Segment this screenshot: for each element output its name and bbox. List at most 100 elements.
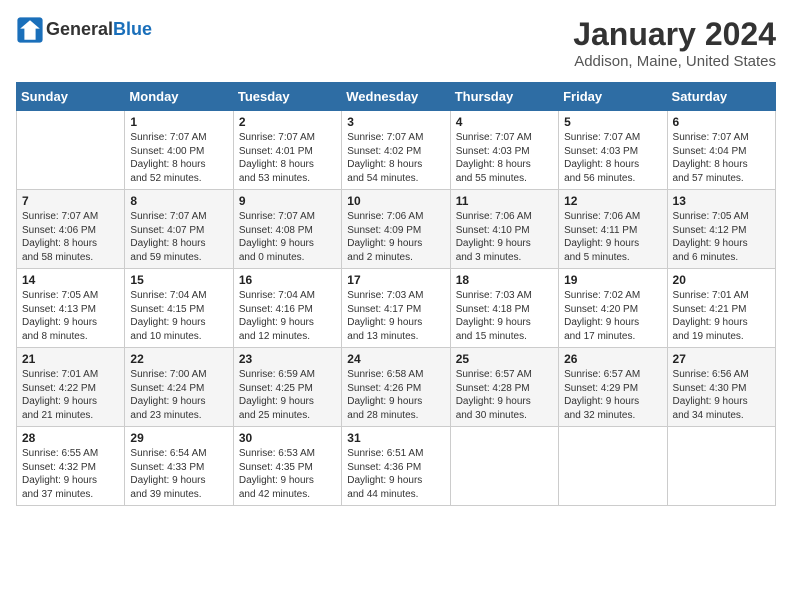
day-info: Sunrise: 7:05 AMSunset: 4:12 PMDaylight:… xyxy=(673,210,770,264)
calendar-cell: 18 Sunrise: 7:03 AMSunset: 4:18 PMDayligh… xyxy=(450,269,558,348)
day-number: 2 xyxy=(239,115,336,129)
day-header-saturday: Saturday xyxy=(667,83,775,111)
calendar-cell: 29 Sunrise: 6:54 AMSunset: 4:33 PMDayligh… xyxy=(125,427,233,506)
day-number: 29 xyxy=(130,431,227,445)
day-info: Sunrise: 6:58 AMSunset: 4:26 PMDaylight:… xyxy=(347,368,444,422)
logo-general-text: GeneralBlue xyxy=(46,20,152,40)
calendar-cell: 25Sunrise: 6:57 AMSunset: 4:28 PMDayligh… xyxy=(450,348,558,427)
calendar-cell xyxy=(450,427,558,506)
day-info: Sunrise: 7:07 AMSunset: 4:07 PMDaylight:… xyxy=(130,210,227,264)
calendar-cell: 10 Sunrise: 7:06 AMSunset: 4:09 PMDayligh… xyxy=(342,190,450,269)
day-number: 31 xyxy=(347,431,444,445)
day-header-friday: Friday xyxy=(559,83,667,111)
day-info: Sunrise: 7:05 AMSunset: 4:13 PMDaylight:… xyxy=(22,289,119,343)
page-title: January 2024 xyxy=(573,16,776,53)
day-info: Sunrise: 7:07 AMSunset: 4:08 PMDaylight:… xyxy=(239,210,336,264)
day-info: Sunrise: 6:57 AMSunset: 4:29 PMDaylight:… xyxy=(564,368,661,422)
calendar-cell: 28Sunrise: 6:55 AMSunset: 4:32 PMDayligh… xyxy=(17,427,125,506)
calendar-week-row: 7 Sunrise: 7:07 AMSunset: 4:06 PMDaylight… xyxy=(17,190,776,269)
calendar-cell: 1 Sunrise: 7:07 AMSunset: 4:00 PMDaylight… xyxy=(125,111,233,190)
day-info: Sunrise: 7:07 AMSunset: 4:00 PMDaylight:… xyxy=(130,131,227,185)
day-number: 30 xyxy=(239,431,336,445)
day-info: Sunrise: 7:02 AMSunset: 4:20 PMDaylight:… xyxy=(564,289,661,343)
calendar-cell: 27Sunrise: 6:56 AMSunset: 4:30 PMDayligh… xyxy=(667,348,775,427)
calendar-week-row: 28Sunrise: 6:55 AMSunset: 4:32 PMDayligh… xyxy=(17,427,776,506)
day-header-sunday: Sunday xyxy=(17,83,125,111)
calendar-cell: 20 Sunrise: 7:01 AMSunset: 4:21 PMDayligh… xyxy=(667,269,775,348)
calendar-cell: 15 Sunrise: 7:04 AMSunset: 4:15 PMDayligh… xyxy=(125,269,233,348)
calendar-cell xyxy=(559,427,667,506)
day-number: 24 xyxy=(347,352,444,366)
calendar-cell: 4 Sunrise: 7:07 AMSunset: 4:03 PMDaylight… xyxy=(450,111,558,190)
calendar-cell: 7 Sunrise: 7:07 AMSunset: 4:06 PMDaylight… xyxy=(17,190,125,269)
day-info: Sunrise: 7:07 AMSunset: 4:03 PMDaylight:… xyxy=(456,131,553,185)
day-info: Sunrise: 6:53 AMSunset: 4:35 PMDaylight:… xyxy=(239,447,336,501)
calendar-cell: 17 Sunrise: 7:03 AMSunset: 4:17 PMDayligh… xyxy=(342,269,450,348)
calendar-week-row: 1 Sunrise: 7:07 AMSunset: 4:00 PMDaylight… xyxy=(17,111,776,190)
day-info: Sunrise: 6:54 AMSunset: 4:33 PMDaylight:… xyxy=(130,447,227,501)
calendar-cell: 23 Sunrise: 6:59 AMSunset: 4:25 PMDayligh… xyxy=(233,348,341,427)
day-number: 18 xyxy=(456,273,553,287)
day-info: Sunrise: 7:07 AMSunset: 4:01 PMDaylight:… xyxy=(239,131,336,185)
calendar-cell: 21Sunrise: 7:01 AMSunset: 4:22 PMDayligh… xyxy=(17,348,125,427)
day-info: Sunrise: 7:06 AMSunset: 4:10 PMDaylight:… xyxy=(456,210,553,264)
day-number: 21 xyxy=(22,352,119,366)
day-number: 27 xyxy=(673,352,770,366)
day-number: 20 xyxy=(673,273,770,287)
calendar-cell: 16Sunrise: 7:04 AMSunset: 4:16 PMDayligh… xyxy=(233,269,341,348)
day-info: Sunrise: 6:59 AMSunset: 4:25 PMDaylight:… xyxy=(239,368,336,422)
calendar-cell: 24 Sunrise: 6:58 AMSunset: 4:26 PMDayligh… xyxy=(342,348,450,427)
day-number: 7 xyxy=(22,194,119,208)
day-header-monday: Monday xyxy=(125,83,233,111)
calendar-cell: 5 Sunrise: 7:07 AMSunset: 4:03 PMDaylight… xyxy=(559,111,667,190)
day-info: Sunrise: 7:04 AMSunset: 4:16 PMDaylight:… xyxy=(239,289,336,343)
day-number: 5 xyxy=(564,115,661,129)
day-info: Sunrise: 7:06 AMSunset: 4:11 PMDaylight:… xyxy=(564,210,661,264)
day-info: Sunrise: 7:07 AMSunset: 4:03 PMDaylight:… xyxy=(564,131,661,185)
day-number: 26 xyxy=(564,352,661,366)
day-number: 12 xyxy=(564,194,661,208)
calendar-cell: 26 Sunrise: 6:57 AMSunset: 4:29 PMDayligh… xyxy=(559,348,667,427)
calendar-cell xyxy=(667,427,775,506)
day-number: 28 xyxy=(22,431,119,445)
day-info: Sunrise: 7:07 AMSunset: 4:06 PMDaylight:… xyxy=(22,210,119,264)
calendar-cell xyxy=(17,111,125,190)
day-number: 4 xyxy=(456,115,553,129)
calendar-cell: 3Sunrise: 7:07 AMSunset: 4:02 PMDaylight… xyxy=(342,111,450,190)
day-info: Sunrise: 7:00 AMSunset: 4:24 PMDaylight:… xyxy=(130,368,227,422)
day-header-wednesday: Wednesday xyxy=(342,83,450,111)
day-number: 8 xyxy=(130,194,227,208)
calendar-cell: 13 Sunrise: 7:05 AMSunset: 4:12 PMDayligh… xyxy=(667,190,775,269)
day-info: Sunrise: 7:04 AMSunset: 4:15 PMDaylight:… xyxy=(130,289,227,343)
day-number: 13 xyxy=(673,194,770,208)
day-info: Sunrise: 7:06 AMSunset: 4:09 PMDaylight:… xyxy=(347,210,444,264)
day-number: 17 xyxy=(347,273,444,287)
page-header: GeneralBlue January 2024 Addison, Maine,… xyxy=(16,16,776,70)
calendar-cell: 6 Sunrise: 7:07 AMSunset: 4:04 PMDaylight… xyxy=(667,111,775,190)
day-number: 1 xyxy=(130,115,227,129)
day-number: 15 xyxy=(130,273,227,287)
calendar-table: SundayMondayTuesdayWednesdayThursdayFrid… xyxy=(16,82,776,506)
page-subtitle: Addison, Maine, United States xyxy=(573,53,776,70)
calendar-cell: 14 Sunrise: 7:05 AMSunset: 4:13 PMDayligh… xyxy=(17,269,125,348)
day-number: 11 xyxy=(456,194,553,208)
day-number: 14 xyxy=(22,273,119,287)
day-number: 22 xyxy=(130,352,227,366)
day-info: Sunrise: 7:03 AMSunset: 4:17 PMDaylight:… xyxy=(347,289,444,343)
day-info: Sunrise: 6:57 AMSunset: 4:28 PMDaylight:… xyxy=(456,368,553,422)
day-info: Sunrise: 7:01 AMSunset: 4:21 PMDaylight:… xyxy=(673,289,770,343)
day-number: 6 xyxy=(673,115,770,129)
day-number: 10 xyxy=(347,194,444,208)
title-section: January 2024 Addison, Maine, United Stat… xyxy=(573,16,776,70)
calendar-week-row: 14 Sunrise: 7:05 AMSunset: 4:13 PMDayligh… xyxy=(17,269,776,348)
day-info: Sunrise: 7:07 AMSunset: 4:02 PMDaylight:… xyxy=(347,131,444,185)
calendar-cell: 31Sunrise: 6:51 AMSunset: 4:36 PMDayligh… xyxy=(342,427,450,506)
calendar-cell: 2 Sunrise: 7:07 AMSunset: 4:01 PMDaylight… xyxy=(233,111,341,190)
day-info: Sunrise: 7:07 AMSunset: 4:04 PMDaylight:… xyxy=(673,131,770,185)
day-info: Sunrise: 7:03 AMSunset: 4:18 PMDaylight:… xyxy=(456,289,553,343)
day-number: 9 xyxy=(239,194,336,208)
logo-icon xyxy=(16,16,44,44)
logo: GeneralBlue xyxy=(16,16,152,44)
calendar-cell: 11 Sunrise: 7:06 AMSunset: 4:10 PMDayligh… xyxy=(450,190,558,269)
day-number: 23 xyxy=(239,352,336,366)
